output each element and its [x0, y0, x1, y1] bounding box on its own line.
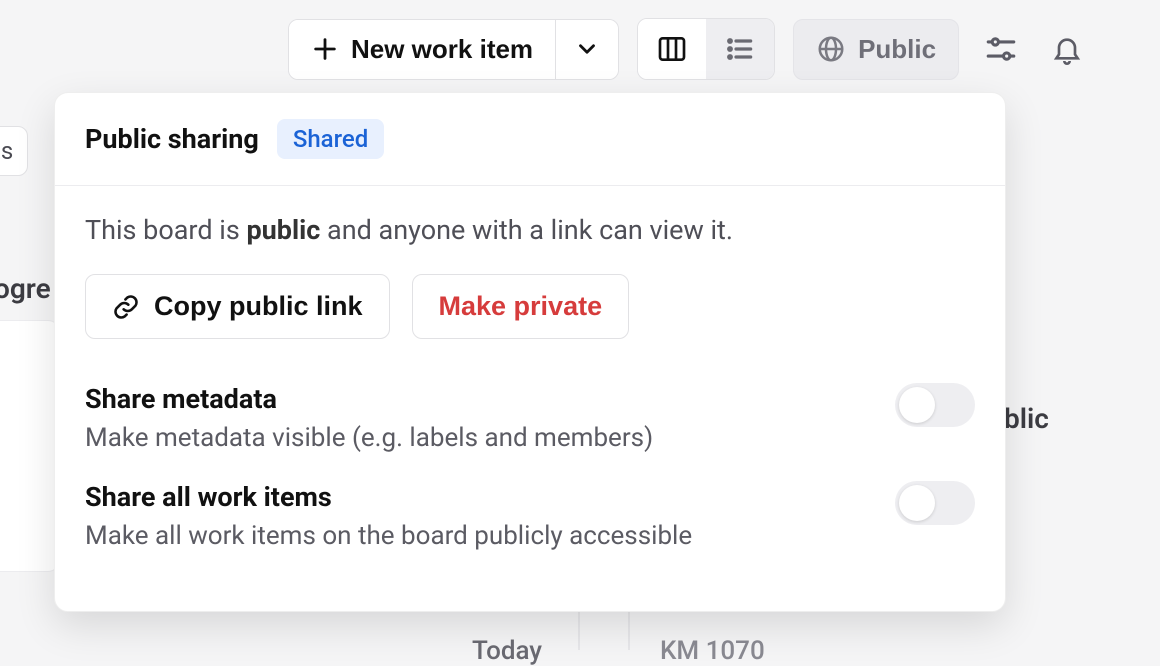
copy-public-link-button[interactable]: Copy public link — [85, 274, 390, 339]
bg-text-blic: blic — [1004, 402, 1049, 435]
toggle-knob — [899, 387, 935, 423]
new-work-item-group: New work item — [288, 19, 619, 80]
list-icon — [724, 33, 756, 65]
status-prefix: This board is — [85, 214, 246, 246]
status-suffix: and anyone with a link can view it. — [320, 214, 733, 246]
bell-icon — [1051, 33, 1083, 65]
share-metadata-desc: Make metadata visible (e.g. labels and m… — [85, 423, 653, 453]
share-metadata-row: Share metadata Make metadata visible (e.… — [85, 383, 975, 473]
make-private-label: Make private — [439, 291, 603, 322]
bg-text-today: Today — [472, 636, 542, 666]
status-bold: public — [246, 214, 320, 246]
view-switch — [637, 18, 775, 80]
share-metadata-label: Share metadata — [85, 383, 653, 415]
bg-card-left — [0, 320, 60, 572]
sharing-status-text: This board is public and anyone with a l… — [85, 214, 975, 246]
share-all-items-text: Share all work items Make all work items… — [85, 481, 692, 571]
filter-settings-button[interactable] — [977, 25, 1025, 73]
popover-body: This board is public and anyone with a l… — [55, 186, 1005, 611]
share-all-items-desc: Make all work items on the board publicl… — [85, 521, 692, 551]
plus-icon — [311, 35, 339, 63]
list-view-button[interactable] — [706, 19, 774, 79]
make-private-button[interactable]: Make private — [412, 274, 630, 339]
columns-icon — [656, 33, 688, 65]
public-visibility-label: Public — [858, 34, 936, 65]
sharing-actions: Copy public link Make private — [85, 274, 975, 339]
popover-title: Public sharing — [85, 123, 259, 155]
board-view-button[interactable] — [638, 19, 706, 79]
share-metadata-toggle[interactable] — [895, 383, 975, 427]
globe-icon — [816, 34, 846, 64]
sliders-icon — [984, 32, 1018, 66]
new-work-item-button[interactable]: New work item — [289, 20, 555, 79]
share-all-items-label: Share all work items — [85, 481, 692, 513]
new-work-item-label: New work item — [351, 34, 533, 65]
shared-badge: Shared — [277, 119, 384, 159]
share-metadata-text: Share metadata Make metadata visible (e.… — [85, 383, 653, 473]
bg-text-km: KM 1070 — [660, 636, 765, 666]
share-all-items-toggle[interactable] — [895, 481, 975, 525]
bg-text-progress: ogre — [0, 272, 51, 305]
public-sharing-popover: Public sharing Shared This board is publ… — [54, 92, 1006, 612]
public-visibility-button[interactable]: Public — [793, 19, 959, 80]
toggle-knob — [899, 485, 935, 521]
notifications-button[interactable] — [1043, 25, 1091, 73]
new-work-item-dropdown[interactable] — [555, 20, 618, 79]
chevron-down-icon — [574, 36, 600, 62]
link-icon — [112, 293, 140, 321]
share-all-items-row: Share all work items Make all work items… — [85, 481, 975, 571]
copy-public-link-label: Copy public link — [154, 291, 363, 322]
top-toolbar: New work item Public — [0, 0, 1160, 98]
bg-chip-ts: ts — [0, 126, 28, 176]
popover-header: Public sharing Shared — [55, 93, 1005, 186]
